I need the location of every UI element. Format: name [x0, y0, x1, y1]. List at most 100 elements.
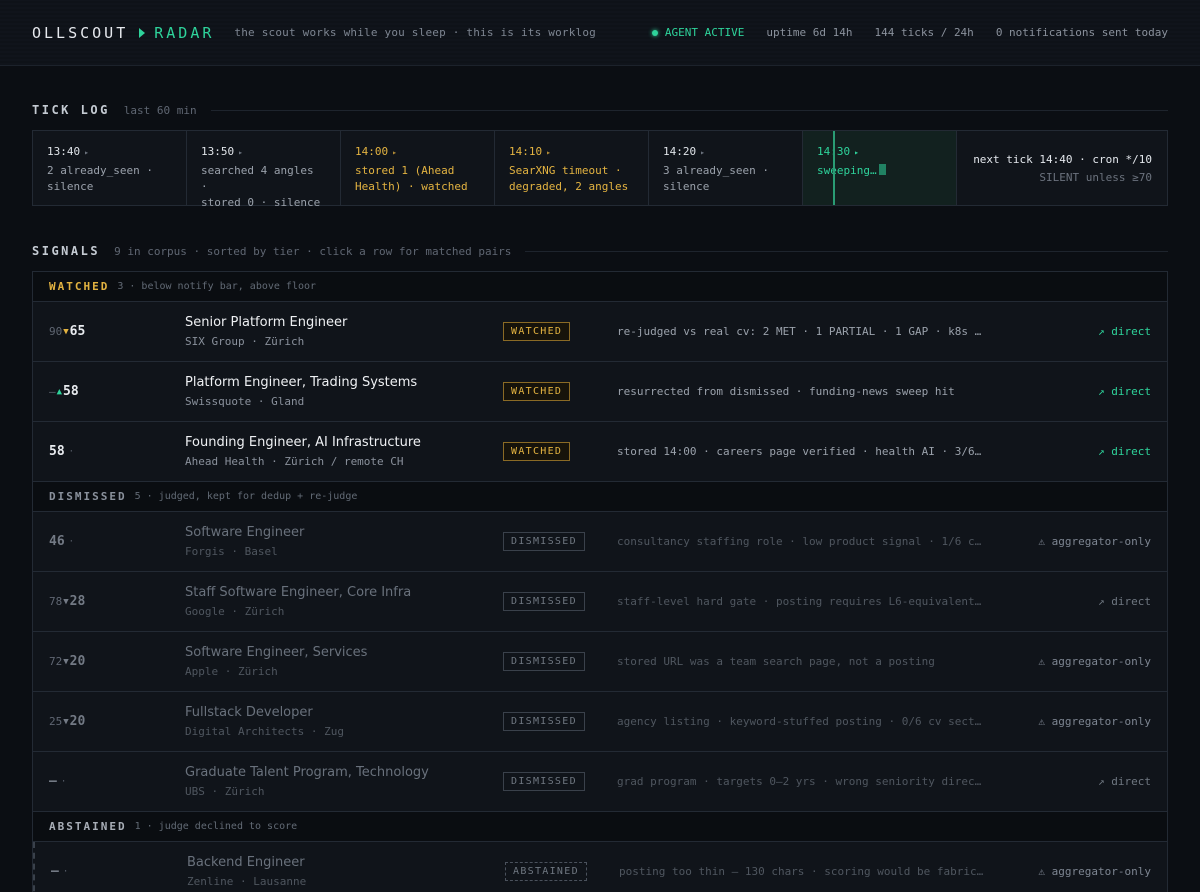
tick-summary-line: stored 1 (Ahead	[355, 164, 455, 177]
trend-icon: ·	[68, 446, 75, 457]
source-link[interactable]: ⚠ aggregator-only	[983, 715, 1167, 728]
job-info: Graduate Talent Program, Technology UBS ·…	[185, 765, 503, 798]
status-cell: WATCHED	[503, 322, 617, 341]
job-title: Founding Engineer, AI Infrastructure	[185, 435, 421, 450]
tick-cell[interactable]: 14:00 ▸ stored 1 (Ahead Health) · watched	[341, 131, 495, 205]
judge-note: re-judged vs real cv: 2 MET · 1 PARTIAL …	[617, 325, 982, 338]
signals-table: WATCHED 3 · below notify bar, above floor 9…	[32, 271, 1168, 892]
status-badge: DISMISSED	[503, 772, 585, 791]
status-cell: DISMISSED	[503, 772, 617, 791]
score: 78 ▼ 28	[33, 594, 185, 609]
company-location: SIX Group · Zürich	[185, 335, 305, 348]
previous-score: 78	[49, 595, 63, 608]
current-score: 46	[49, 534, 65, 549]
judge-note: stored 14:00 · careers page verified · h…	[617, 445, 982, 458]
tick-summary-line: silence	[663, 180, 710, 193]
status-badge: WATCHED	[503, 382, 571, 401]
ticklog-title: TICK LOG	[32, 103, 110, 117]
source-link[interactable]: ↗ direct	[983, 775, 1167, 788]
signals-title: SIGNALS	[32, 244, 101, 258]
tick-summary-line: searched 4 angles ·	[201, 164, 314, 193]
group-name: WATCHED	[49, 280, 110, 293]
source-link[interactable]: ⚠ aggregator-only	[985, 865, 1167, 878]
notify-rule: SILENT unless ≥70	[1039, 170, 1152, 184]
status-cell: DISMISSED	[503, 592, 617, 611]
judge-note: grad program · targets 0–2 yrs · wrong s…	[617, 775, 982, 788]
source-link[interactable]: ↗ direct	[983, 445, 1167, 458]
score: — ▲ 58	[33, 384, 185, 399]
judge-note: posting too thin — 130 chars · scoring w…	[619, 865, 984, 878]
company-location: Digital Architects · Zug	[185, 725, 344, 738]
tick-summary: 2 already_seen · silence	[47, 163, 172, 195]
job-info: Software Engineer, Services Apple · Züric…	[185, 645, 503, 678]
status-cell: DISMISSED	[503, 532, 617, 551]
trend-icon: ·	[62, 866, 69, 877]
source-link[interactable]: ↗ direct	[983, 325, 1167, 338]
table-row[interactable]: — · Graduate Talent Program, Technology UBS…	[33, 752, 1167, 812]
tick-summary-line: stored 0 · silence	[201, 196, 321, 209]
group-header-dismissed: DISMISSED 5 · judged, kept for dedup + re-…	[33, 482, 1167, 512]
tick-cell[interactable]: 13:50 ▸ searched 4 angles · stored 0 · sile…	[187, 131, 341, 209]
play-icon: ▸	[84, 148, 89, 157]
job-title: Fullstack Developer	[185, 705, 313, 720]
job-title: Software Engineer, Services	[185, 645, 368, 660]
tick-cell[interactable]: 13:40 ▸ 2 already_seen · silence	[33, 131, 187, 205]
brand-logo[interactable]: OLLSCOUT RADAR	[32, 24, 214, 42]
uptime: uptime 6d 14h	[766, 26, 853, 39]
job-title: Platform Engineer, Trading Systems	[185, 375, 418, 390]
table-row[interactable]: 72 ▼ 20 Software Engineer, Services Apple · …	[33, 632, 1167, 692]
table-row[interactable]: 58 · Founding Engineer, AI Infrastructure A…	[33, 422, 1167, 482]
status-dot-icon	[651, 29, 658, 36]
tick-summary-line: silence	[47, 180, 94, 193]
judge-note: agency listing · keyword-stuffed posting…	[617, 715, 982, 728]
tick-summary-line: degraded, 2 angles	[509, 180, 629, 193]
table-row[interactable]: 90 ▼ 65 Senior Platform Engineer SIX Group ·…	[33, 302, 1167, 362]
tick-summary-line: 3 already_seen ·	[663, 164, 769, 177]
source-link[interactable]: ↗ direct	[983, 385, 1167, 398]
score: 72 ▼ 20	[33, 654, 185, 669]
status-badge: DISMISSED	[503, 532, 585, 551]
tick-cell[interactable]: 14:20 ▸ 3 already_seen · silence	[649, 131, 803, 205]
divider	[210, 109, 1168, 111]
previous-score: 25	[49, 715, 63, 728]
judge-note: staff-level hard gate · posting requires…	[617, 595, 982, 608]
job-info: Founding Engineer, AI Infrastructure Ahea…	[185, 435, 503, 468]
status-group: AGENT ACTIVE uptime 6d 14h 144 ticks / 2…	[651, 26, 1168, 39]
company-location: UBS · Zürich	[185, 785, 265, 798]
source-link[interactable]: ↗ direct	[983, 595, 1167, 608]
tagline: the scout works while you sleep · this i…	[234, 26, 597, 39]
current-score: 58	[49, 444, 65, 459]
ticklog-header: TICK LOG last 60 min	[32, 103, 1168, 117]
source-link[interactable]: ⚠ aggregator-only	[983, 655, 1167, 668]
tick-summary-line: sweeping…	[817, 164, 877, 177]
company-location: Forgis · Basel	[185, 545, 278, 558]
status-badge: ABSTAINED	[505, 862, 587, 881]
tick-cell[interactable]: 14:10 ▸ SearXNG timeout · degraded, 2 angle…	[495, 131, 649, 205]
source-link[interactable]: ⚠ aggregator-only	[983, 535, 1167, 548]
current-score: 20	[69, 654, 86, 669]
current-score: —	[49, 774, 57, 789]
job-info: Staff Software Engineer, Core Infra Googl…	[185, 585, 503, 618]
company-location: Ahead Health · Zürich / remote CH	[185, 455, 404, 468]
divider	[525, 250, 1168, 252]
company-location: Apple · Zürich	[185, 665, 278, 678]
job-info: Fullstack Developer Digital Architects · …	[185, 705, 503, 738]
table-row[interactable]: 78 ▼ 28 Staff Software Engineer, Core Infra…	[33, 572, 1167, 632]
group-header-watched: WATCHED 3 · below notify bar, above floor	[33, 272, 1167, 302]
status-cell: DISMISSED	[503, 712, 617, 731]
trend-icon: ·	[60, 776, 67, 787]
table-row[interactable]: — ▲ 58 Platform Engineer, Trading Systems Sw…	[33, 362, 1167, 422]
brand-product: RADAR	[154, 23, 215, 42]
table-row[interactable]: — · Backend Engineer Zenline · Lausanne ABST…	[33, 842, 1167, 892]
tick-summary: 3 already_seen · silence	[663, 163, 788, 195]
job-title: Backend Engineer	[187, 855, 305, 870]
trend-icon: ▼	[63, 656, 69, 667]
tick-cell[interactable]: 14:30▸sweeping…	[803, 131, 957, 205]
status-badge: DISMISSED	[503, 712, 585, 731]
previous-score: 72	[49, 655, 63, 668]
tick-time: 13:40	[47, 145, 81, 158]
status-cell: DISMISSED	[503, 652, 617, 671]
table-row[interactable]: 25 ▼ 20 Fullstack Developer Digital Architec…	[33, 692, 1167, 752]
table-row[interactable]: 46 · Software Engineer Forgis · Basel DISMIS…	[33, 512, 1167, 572]
group-count: 3	[117, 281, 124, 292]
